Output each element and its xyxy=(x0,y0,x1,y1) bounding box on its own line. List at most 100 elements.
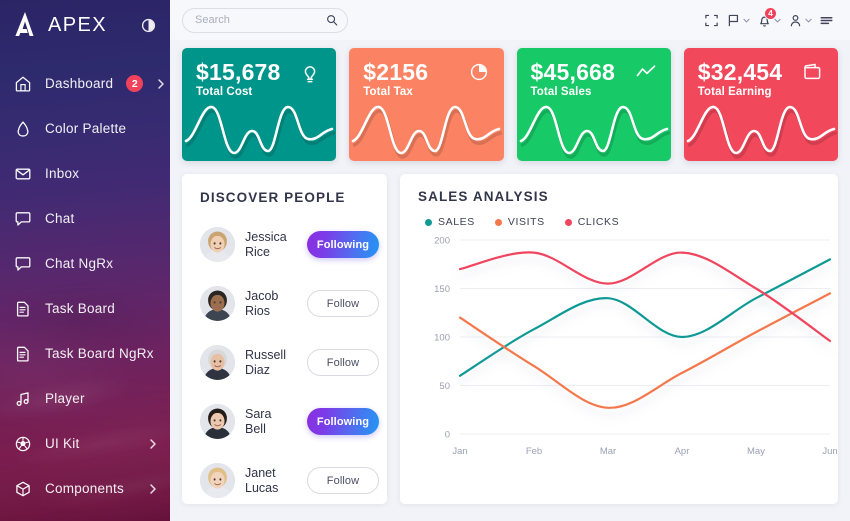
notifications-button[interactable]: 4 xyxy=(755,6,783,31)
stat-card-value: $15,678 xyxy=(196,59,281,85)
stat-card-value: $32,454 xyxy=(697,59,783,85)
person-first-name: Janet xyxy=(245,465,276,480)
sidebar-item-label: Task Board xyxy=(45,301,116,316)
user-icon xyxy=(790,14,801,26)
sidebar-item-chat[interactable]: Chat xyxy=(0,196,170,241)
theme-toggle-icon[interactable] xyxy=(141,18,156,33)
stat-card-text: $45,668 Total Sales xyxy=(531,60,616,98)
search-input[interactable] xyxy=(195,14,326,26)
avatar xyxy=(200,227,235,262)
soccer-icon xyxy=(15,436,31,451)
sidebar-item-inbox[interactable]: Inbox xyxy=(0,151,170,196)
file-icon xyxy=(16,301,29,317)
person-first-name: Russell xyxy=(245,347,286,362)
follow-button[interactable]: Following xyxy=(307,408,379,435)
stat-card-sparkline xyxy=(351,105,503,159)
menu-button[interactable] xyxy=(817,10,836,31)
list-item: Russell Diaz Follow xyxy=(200,333,379,392)
sidebar-item-label: Task Board NgRx xyxy=(45,346,154,361)
flag-icon xyxy=(728,14,739,26)
search-icon[interactable] xyxy=(326,14,338,26)
x-axis-tick-label: Mar xyxy=(600,446,616,457)
sidebar-item-color-palette[interactable]: Color Palette xyxy=(0,106,170,151)
chevron-down-icon xyxy=(743,18,750,23)
avatar-photo xyxy=(200,463,235,498)
series-line-sales xyxy=(458,258,832,377)
person-name: Jessica Rice xyxy=(245,230,297,260)
stat-card-sparkline xyxy=(184,105,336,159)
stat-card-header: $2156 Total Tax xyxy=(363,60,489,98)
stat-card-value: $2156 xyxy=(363,59,429,85)
chart-legend: SALES VISITS CLICKS xyxy=(425,216,826,228)
stat-card-total-tax[interactable]: $2156 Total Tax xyxy=(349,48,504,161)
sidebar-item-task-board[interactable]: Task Board xyxy=(0,286,170,331)
home-icon xyxy=(15,76,31,92)
stat-card-text: $32,454 Total Earning xyxy=(698,60,783,98)
legend-dot xyxy=(564,218,572,226)
x-axis-tick-label: Jun xyxy=(822,446,837,457)
chevron-right-icon xyxy=(150,483,156,494)
file-icon xyxy=(16,346,29,362)
sidebar-item-player[interactable]: Player xyxy=(0,376,170,421)
sidebar: APEX Dashboard 2 Color Palette Inbox Chat Cha… xyxy=(0,0,170,521)
sidebar-item-ui-kit[interactable]: UI Kit xyxy=(0,421,170,466)
avatar-photo xyxy=(200,345,235,380)
follow-button[interactable]: Following xyxy=(307,231,379,258)
y-axis-tick-label: 150 xyxy=(434,284,450,295)
legend-label: VISITS xyxy=(507,216,545,228)
main-area: 4 xyxy=(170,0,850,521)
list-item: Sara Bell Following xyxy=(200,392,379,451)
apex-logo-icon xyxy=(15,12,34,36)
panels-row: DISCOVER PEOPLE Jessica Rice Following Jaco… xyxy=(182,174,838,504)
x-axis-tick-label: May xyxy=(747,446,765,457)
legend-item[interactable]: SALES xyxy=(425,216,475,228)
follow-button[interactable]: Follow xyxy=(307,290,379,317)
list-item: Jessica Rice Following xyxy=(200,215,379,274)
sidebar-item-badge: 2 xyxy=(126,75,144,92)
account-button[interactable] xyxy=(786,10,814,31)
follow-button[interactable]: Follow xyxy=(307,349,379,376)
chat-icon xyxy=(15,256,31,271)
y-axis-tick-label: 50 xyxy=(439,381,450,392)
series-line-clicks xyxy=(458,251,832,342)
follow-button[interactable]: Follow xyxy=(307,467,379,494)
list-item: Jacob Rios Follow xyxy=(200,274,379,333)
avatar xyxy=(200,463,235,498)
chevron-right-icon xyxy=(158,78,165,89)
avatar xyxy=(200,345,235,380)
chat-icon xyxy=(15,211,31,226)
person-last-name: Rios xyxy=(245,303,271,318)
sidebar-item-task-board-ngrx[interactable]: Task Board NgRx xyxy=(0,331,170,376)
x-axis-tick-label: Apr xyxy=(675,446,690,457)
y-axis-tick-label: 0 xyxy=(445,430,450,441)
flags-button[interactable] xyxy=(724,10,752,31)
fullscreen-button[interactable] xyxy=(702,10,721,31)
series-line-visits xyxy=(458,292,832,409)
legend-item[interactable]: CLICKS xyxy=(564,216,620,228)
search-box[interactable] xyxy=(182,7,348,33)
stat-card-total-earning[interactable]: $32,454 Total Earning xyxy=(683,48,838,161)
sidebar-item-chat-ngrx[interactable]: Chat NgRx xyxy=(0,241,170,286)
avatar xyxy=(200,404,235,439)
discover-people-card: DISCOVER PEOPLE Jessica Rice Following Jaco… xyxy=(182,174,387,504)
chevron-down-icon xyxy=(805,18,812,23)
person-last-name: Diaz xyxy=(245,362,271,377)
chart-plot: 0 50 100 150 200 Jan Feb Mar Apr May Jun xyxy=(418,232,838,464)
legend-label: CLICKS xyxy=(577,216,620,228)
sidebar-item-components[interactable]: Components xyxy=(0,466,170,511)
x-axis-tick-label: Jan xyxy=(452,446,467,457)
hamburger-icon xyxy=(820,16,833,24)
wallet-icon xyxy=(804,63,821,80)
avatar-photo xyxy=(200,227,235,262)
sidebar-item-dashboard[interactable]: Dashboard 2 xyxy=(0,61,170,106)
sidebar-item-label: Inbox xyxy=(45,166,80,181)
person-name: Sara Bell xyxy=(245,407,297,437)
stat-card-total-sales[interactable]: $45,668 Total Sales xyxy=(516,48,671,161)
content: $15,678 Total Cost $2156 Total Tax $45,668 To… xyxy=(170,40,850,521)
brand[interactable]: APEX xyxy=(0,0,170,50)
legend-item[interactable]: VISITS xyxy=(494,216,545,228)
trend-line-icon xyxy=(636,65,656,77)
person-name: Janet Lucas xyxy=(245,466,297,496)
mail-icon xyxy=(15,168,31,179)
stat-card-total-cost[interactable]: $15,678 Total Cost xyxy=(182,48,337,161)
